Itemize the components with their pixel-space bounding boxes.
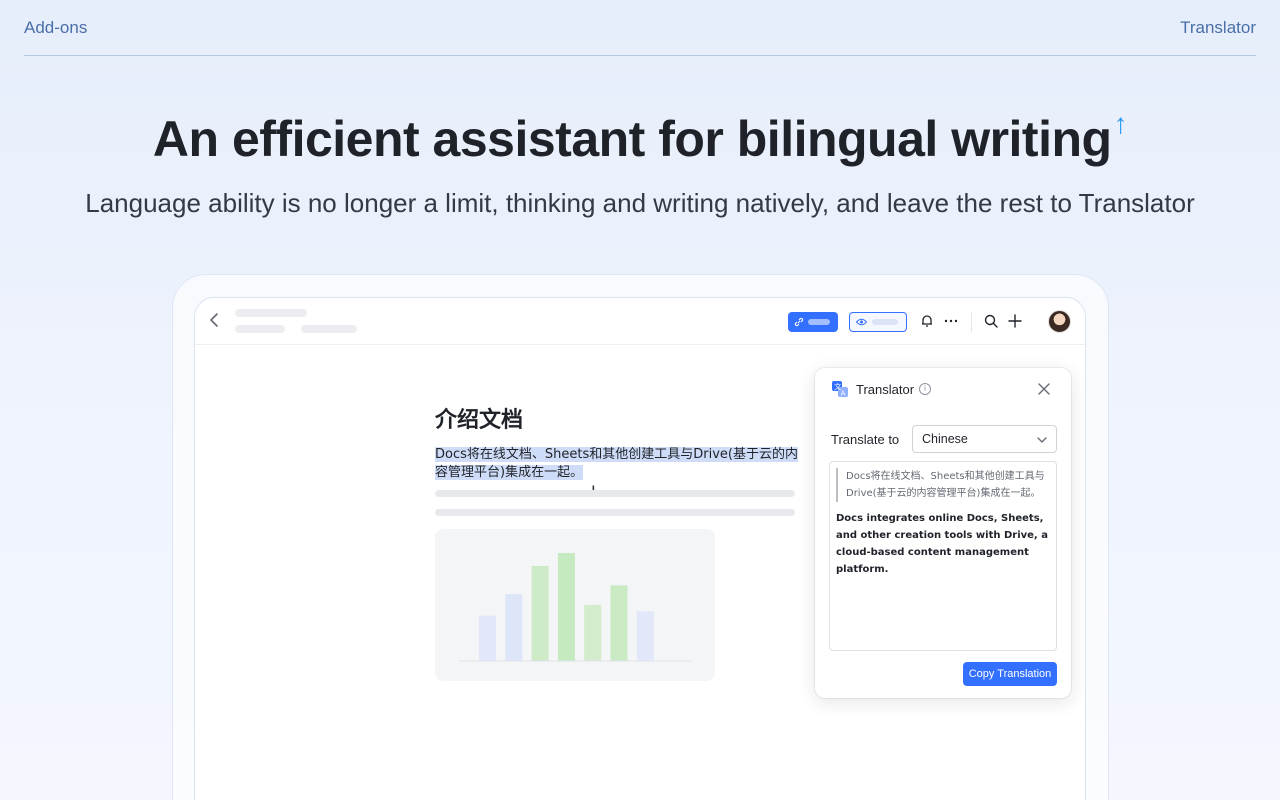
bar-chart: [459, 553, 691, 662]
text-line-placeholder: [435, 509, 795, 516]
plus-icon[interactable]: [1007, 313, 1023, 329]
back-icon[interactable]: [207, 312, 223, 328]
svg-text:A: A: [841, 389, 846, 397]
translate-icon: 文 A: [832, 381, 848, 397]
title-placeholder: [235, 309, 307, 317]
header-divider: [971, 312, 972, 332]
share-button[interactable]: [788, 312, 838, 332]
chart-bar: [584, 604, 602, 661]
addons-link[interactable]: Add-ons: [24, 18, 87, 38]
search-icon[interactable]: [983, 313, 999, 329]
bell-icon[interactable]: [919, 313, 935, 329]
app-window: 介绍文档 Docs将在线文档、Sheets和其他创建工具与Drive(基于云的内…: [194, 297, 1086, 800]
avatar[interactable]: [1048, 310, 1071, 333]
chart-bar: [479, 615, 496, 661]
chart-bar: [610, 585, 628, 661]
top-bar: Add-ons Translator: [24, 0, 1256, 56]
language-value: Chinese: [922, 432, 968, 446]
document-title: 介绍文档: [435, 408, 524, 433]
text-line-placeholder: [435, 490, 795, 497]
link-icon: [794, 317, 804, 327]
chart-bar: [636, 611, 654, 661]
close-icon[interactable]: [1037, 382, 1051, 396]
translated-text: Docs integrates online Docs, Sheets, and…: [836, 513, 1048, 575]
meta-placeholder: [301, 325, 357, 333]
chart-bar: [557, 553, 575, 661]
chart-bar: [505, 594, 523, 661]
translate-to-label: Translate to: [831, 432, 900, 447]
chart-bar: [531, 565, 549, 661]
hero-subtitle: Language ability is no longer a limit, t…: [85, 188, 1195, 218]
copy-translation-button[interactable]: Copy Translation: [963, 662, 1057, 686]
language-select[interactable]: Chinese: [912, 425, 1057, 453]
up-arrow-icon: ↑: [1113, 108, 1128, 139]
translation-box[interactable]: Docs将在线文档、Sheets和其他创建工具与Drive(基于云的内容管理平台…: [829, 461, 1057, 651]
source-text: Docs将在线文档、Sheets和其他创建工具与Drive(基于云的内容管理平台…: [836, 468, 1048, 502]
view-button[interactable]: [849, 312, 907, 332]
chart-card: [435, 529, 715, 681]
view-label-placeholder: [872, 319, 898, 325]
eye-icon: [856, 318, 867, 326]
translator-link[interactable]: Translator: [1180, 18, 1256, 38]
share-label-placeholder: [808, 319, 830, 325]
more-icon[interactable]: [943, 313, 959, 329]
hero-title-text: An efficient assistant for bilingual wri…: [152, 111, 1112, 167]
meta-placeholder: [235, 325, 285, 333]
document-paragraph[interactable]: Docs将在线文档、Sheets和其他创建工具与Drive(基于云的内容管理平台…: [435, 446, 799, 482]
app-header: [195, 298, 1085, 345]
selected-text[interactable]: Docs将在线文档、Sheets和其他创建工具与Drive(基于云的内容管理平台…: [435, 447, 798, 480]
chevron-down-icon: [1037, 437, 1047, 443]
info-icon[interactable]: i: [919, 383, 931, 395]
hero-title: An efficient assistant for bilingual wri…: [0, 108, 1280, 168]
translator-panel: 文 A Translator i Translate to Chinese Do…: [815, 368, 1071, 698]
translator-title: Translator: [856, 382, 915, 397]
